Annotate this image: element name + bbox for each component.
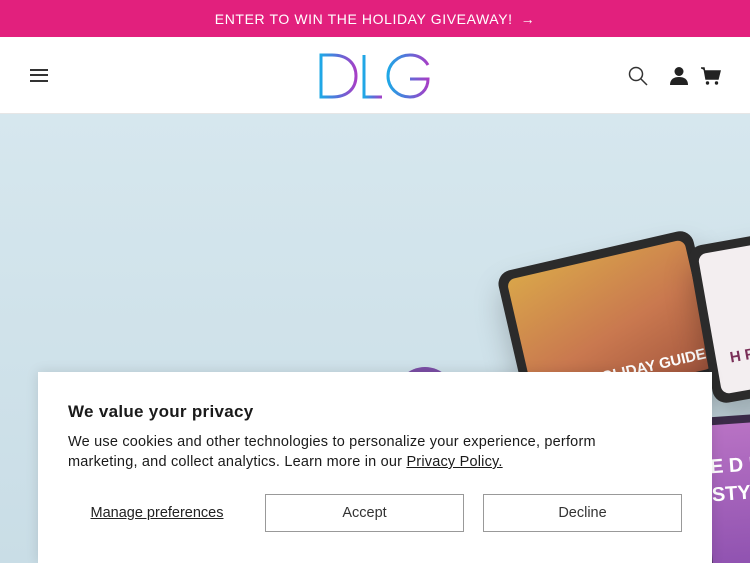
cookie-title: We value your privacy [68,402,254,421]
account-icon [670,67,688,85]
menu-icon-line [30,80,48,82]
arrow-right-icon: → [520,10,536,27]
accept-button[interactable]: Accept [265,494,464,532]
announcement-text[interactable]: ENTER TO WIN THE HOLIDAY GIVEAWAY! [215,11,513,27]
search-button[interactable] [627,65,649,87]
account-button[interactable] [668,65,690,87]
logo-icon [318,53,430,99]
menu-button[interactable] [30,67,48,83]
menu-icon-line [30,69,48,71]
cookie-message-text: We use cookies and other technologies to… [68,434,596,470]
cookie-consent-dialog: We value your privacy We use cookies and… [38,372,712,563]
manage-preferences-button[interactable]: Manage preferences [68,494,246,532]
tablet-text: H FOO CHRIST [728,331,750,367]
cookie-message: We use cookies and other technologies to… [68,432,668,472]
site-header [0,37,750,114]
search-icon [628,66,648,86]
menu-icon-line [30,74,48,76]
privacy-policy-link[interactable]: Privacy Policy. [406,454,502,470]
cart-button[interactable] [700,65,722,87]
brand-logo[interactable] [318,51,432,101]
announcement-bar[interactable]: ENTER TO WIN THE HOLIDAY GIVEAWAY! → [0,0,750,37]
decline-button[interactable]: Decline [483,494,682,532]
cart-icon [701,67,721,85]
